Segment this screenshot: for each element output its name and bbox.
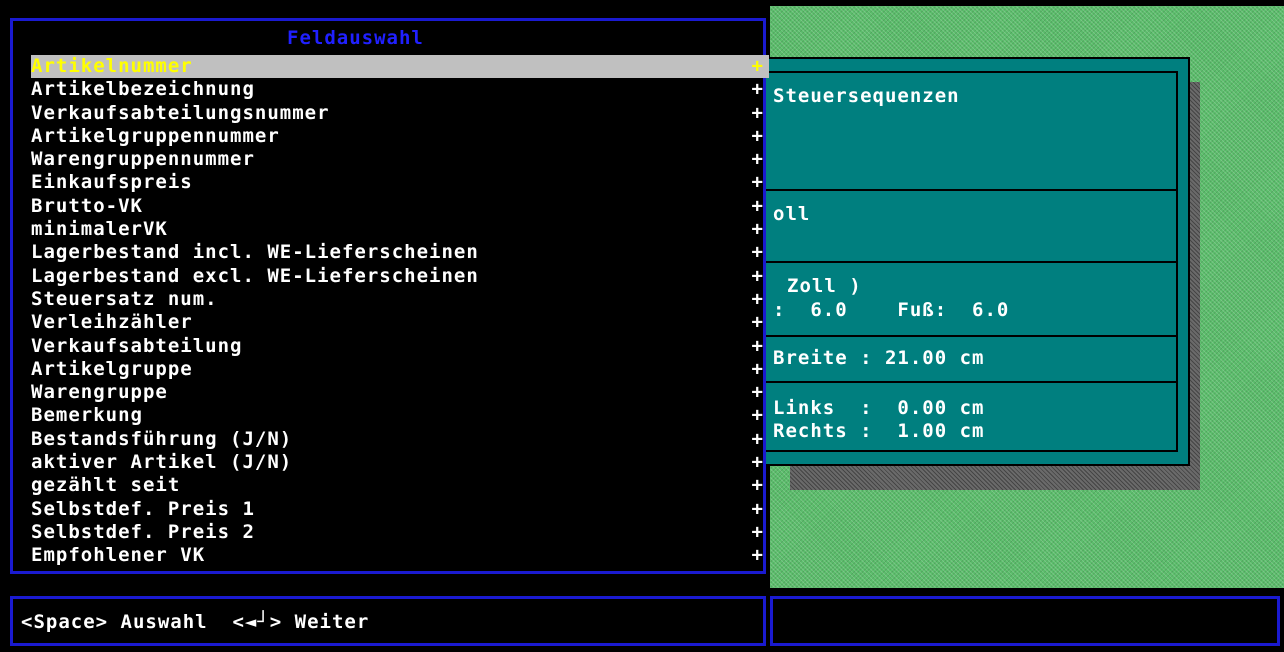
plus-marker-icon: + (751, 381, 764, 404)
plus-marker-icon: + (751, 194, 764, 217)
field-list: Artikelnummer + Artikelbezeichnung + Verkauf… (31, 55, 769, 568)
separator (754, 381, 1176, 383)
field-item[interactable]: Selbstdef. Preis 1 + (31, 498, 769, 521)
field-item-label: Warengruppennummer (31, 148, 255, 171)
field-item-label: gezählt seit (31, 474, 181, 497)
field-item-label: Warengruppe (31, 381, 168, 404)
field-item[interactable]: Artikelgruppennummer + (31, 125, 769, 148)
plus-marker-icon: + (751, 427, 764, 450)
field-item-selected[interactable]: Artikelnummer + (31, 55, 769, 79)
status-bar: <Space> Auswahl <◄┘> Weiter (10, 596, 766, 646)
field-item-label: Brutto-VK (31, 194, 143, 217)
separator (754, 189, 1176, 191)
panel-title: Feldauswahl (283, 27, 428, 49)
field-item[interactable]: minimalerVK + (31, 218, 769, 241)
plus-marker-icon: + (751, 78, 764, 101)
plus-marker-icon: + (751, 334, 764, 357)
field-item[interactable]: Warengruppe + (31, 381, 769, 404)
field-item[interactable]: Lagerbestand incl. WE-Lieferscheinen + (31, 241, 769, 264)
plus-marker-icon: + (751, 55, 764, 77)
field-item[interactable]: gezählt seit + (31, 474, 769, 497)
field-item-label: Verkaufsabteilung (31, 334, 243, 357)
plus-marker-icon: + (751, 218, 764, 241)
background-dialog-frame (752, 71, 1178, 452)
plus-marker-icon: + (751, 124, 764, 147)
plus-marker-icon: + (751, 497, 764, 520)
size-values: : 6.0 Fuß: 6.0 (773, 299, 1010, 321)
dialog-text: Zoll ) (787, 275, 862, 297)
field-item-label: Lagerbestand excl. WE-Lieferscheinen (31, 264, 479, 287)
field-item-label: Selbstdef. Preis 2 (31, 520, 255, 543)
field-item[interactable]: Verkaufsabteilungsnummer + (31, 102, 769, 125)
plus-marker-icon: + (751, 474, 764, 497)
plus-marker-icon: + (751, 357, 764, 380)
background-dialog: Steuersequenzen oll Zoll ) : 6.0 Fuß: 6.… (740, 57, 1190, 466)
field-item[interactable]: Lagerbestand excl. WE-Lieferscheinen + (31, 265, 769, 288)
field-item-label: Artikelgruppe (31, 357, 193, 380)
top-border (0, 0, 1284, 6)
field-item[interactable]: Einkaufspreis + (31, 171, 769, 194)
field-item[interactable]: Empfohlener VK + (31, 544, 769, 567)
width-value: Breite : 21.00 cm (773, 347, 985, 369)
margin-left-value: Links : 0.00 cm (773, 397, 985, 419)
plus-marker-icon: + (751, 148, 764, 171)
plus-marker-icon: + (751, 264, 764, 287)
field-item[interactable]: Warengruppennummer + (31, 148, 769, 171)
plus-marker-icon: + (751, 101, 764, 124)
dialog-text: oll (773, 203, 811, 225)
field-item[interactable]: Verkaufsabteilung + (31, 335, 769, 358)
field-item[interactable]: Artikelgruppe + (31, 358, 769, 381)
field-item[interactable]: Selbstdef. Preis 2 + (31, 521, 769, 544)
field-item-label: Bestandsführung (J/N) (31, 427, 293, 450)
plus-marker-icon: + (751, 544, 764, 567)
margin-right-value: Rechts : 1.00 cm (773, 420, 985, 442)
field-item[interactable]: Bemerkung + (31, 404, 769, 427)
field-item-label: Selbstdef. Preis 1 (31, 497, 255, 520)
field-item[interactable]: Bestandsführung (J/N) + (31, 428, 769, 451)
field-item-label: minimalerVK (31, 218, 168, 241)
field-item[interactable]: Verleihzähler + (31, 311, 769, 334)
field-item-label: Lagerbestand incl. WE-Lieferscheinen (31, 241, 479, 264)
field-item-label: Artikelgruppennummer (31, 124, 280, 147)
plus-marker-icon: + (751, 311, 764, 334)
plus-marker-icon: + (751, 241, 764, 264)
field-item-label: Empfohlener VK (31, 544, 206, 567)
field-item-label: Artikelbezeichnung (31, 78, 255, 101)
separator (754, 261, 1176, 263)
plus-marker-icon: + (751, 451, 764, 474)
status-bar-right (770, 596, 1280, 646)
plus-marker-icon: + (751, 171, 764, 194)
plus-marker-icon: + (751, 287, 764, 310)
field-item[interactable]: aktiver Artikel (J/N) + (31, 451, 769, 474)
field-item[interactable]: Brutto-VK + (31, 195, 769, 218)
field-item[interactable]: Steuersatz num. + (31, 288, 769, 311)
field-item-label: Steuersatz num. (31, 287, 218, 310)
field-item-label: aktiver Artikel (J/N) (31, 451, 293, 474)
field-item-label: Verkaufsabteilungsnummer (31, 101, 330, 124)
field-item-label: Einkaufspreis (31, 171, 193, 194)
field-item-label: Bemerkung (31, 404, 143, 427)
field-item-label: Verleihzähler (31, 311, 193, 334)
field-item-label: Artikelnummer (31, 55, 193, 77)
separator (754, 335, 1176, 337)
keyboard-hint: <Space> Auswahl <◄┘> Weiter (21, 611, 370, 633)
control-sequences-label: Steuersequenzen (773, 85, 960, 107)
field-selection-panel: Feldauswahl Artikelnummer + Artikelbezeich… (10, 18, 769, 574)
plus-marker-icon: + (751, 520, 764, 543)
field-item[interactable]: Artikelbezeichnung + (31, 78, 769, 101)
plus-marker-icon: + (751, 404, 764, 427)
